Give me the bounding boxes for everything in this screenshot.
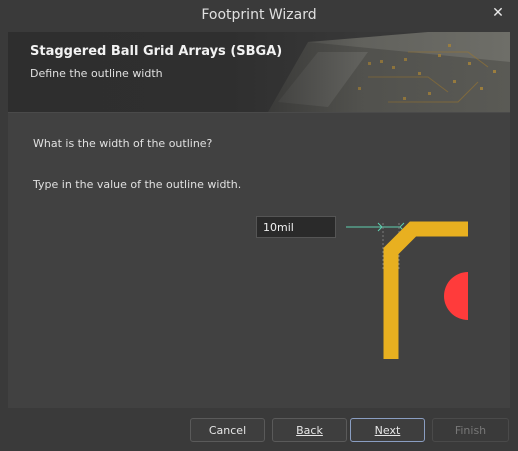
outline-width-diagram — [346, 221, 468, 359]
outline-width-input[interactable] — [256, 216, 336, 238]
window-title: Footprint Wizard — [201, 7, 317, 23]
next-button[interactable]: Next — [350, 418, 425, 442]
wizard-step-title: Staggered Ball Grid Arrays (SBGA) — [30, 44, 283, 59]
outline-width-question: What is the width of the outline? — [33, 137, 213, 150]
wizard-button-bar: Cancel Back Next Finish — [0, 408, 518, 451]
finish-button-label: Finish — [454, 423, 487, 437]
wizard-banner: Staggered Ball Grid Arrays (SBGA) Define… — [8, 32, 510, 112]
wizard-step-subtitle: Define the outline width — [30, 67, 163, 80]
cancel-button[interactable]: Cancel — [190, 418, 265, 442]
back-button-label: Back — [296, 423, 323, 437]
title-bar[interactable]: Footprint Wizard ✕ — [0, 0, 518, 30]
cancel-button-label: Cancel — [208, 423, 247, 437]
outline-width-instruction: Type in the value of the outline width. — [33, 178, 242, 191]
next-button-label: Next — [374, 423, 401, 437]
pad-shape — [444, 272, 468, 320]
finish-button[interactable]: Finish — [432, 418, 509, 442]
back-button[interactable]: Back — [272, 418, 347, 442]
wizard-content: What is the width of the outline? Type i… — [8, 112, 510, 409]
close-icon[interactable]: ✕ — [488, 3, 508, 23]
footprint-wizard-window: Footprint Wizard ✕ Staggered Ball Grid A… — [0, 0, 518, 451]
